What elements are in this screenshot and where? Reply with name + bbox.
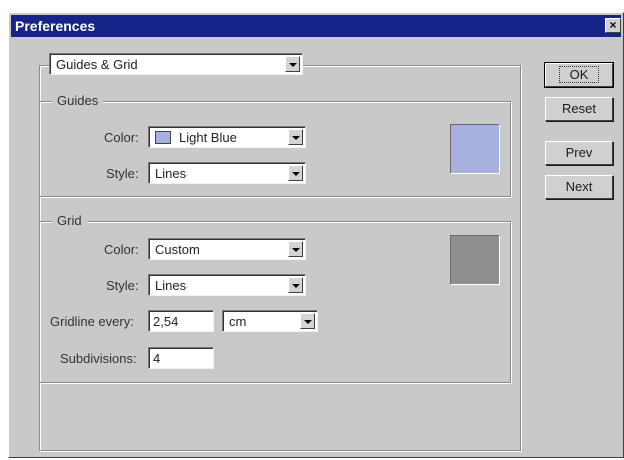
grid-style-label: Style: <box>106 278 139 293</box>
chevron-down-icon[interactable] <box>288 277 303 293</box>
color-chip <box>155 131 171 144</box>
window-title: Preferences <box>15 18 96 34</box>
guides-style-label: Style: <box>106 166 139 181</box>
grid-legend: Grid <box>52 213 87 228</box>
close-icon[interactable]: × <box>605 18 621 33</box>
ok-button[interactable]: OK <box>544 62 614 88</box>
reset-button[interactable]: Reset <box>545 97 613 121</box>
grid-color-select[interactable]: Custom <box>148 238 306 260</box>
guides-color-select[interactable]: Light Blue <box>148 126 306 148</box>
grid-color-value: Custom <box>155 242 200 257</box>
gridline-unit-value: cm <box>229 314 247 329</box>
next-button[interactable]: Next <box>545 175 613 199</box>
guides-color-value: Light Blue <box>179 130 237 145</box>
chevron-down-icon[interactable] <box>288 165 303 181</box>
chevron-down-icon[interactable] <box>288 129 303 145</box>
guides-style-select[interactable]: Lines <box>148 162 306 184</box>
section-select[interactable]: Guides & Grid <box>49 53 303 75</box>
gridline-input[interactable] <box>148 310 214 332</box>
subdivisions-input[interactable] <box>148 347 214 369</box>
guides-style-value: Lines <box>155 166 187 181</box>
chevron-down-icon[interactable] <box>300 313 315 329</box>
grid-color-label: Color: <box>104 242 139 257</box>
grid-style-select[interactable]: Lines <box>148 274 306 296</box>
subdivisions-label: Subdivisions: <box>60 351 137 366</box>
prev-button[interactable]: Prev <box>545 141 613 165</box>
ok-button-label: OK <box>558 66 600 83</box>
chevron-down-icon[interactable] <box>285 56 300 72</box>
section-select-value: Guides & Grid <box>56 57 138 72</box>
gridline-label: Gridline every: <box>50 314 134 329</box>
guides-color-swatch[interactable] <box>450 124 500 174</box>
gridline-unit-select[interactable]: cm <box>222 310 318 332</box>
guides-color-label: Color: <box>104 130 139 145</box>
chevron-down-icon[interactable] <box>288 241 303 257</box>
preferences-dialog: Preferences × Guides & Grid Guides Color… <box>8 12 624 458</box>
grid-color-swatch[interactable] <box>450 235 500 285</box>
title-bar[interactable]: Preferences × <box>11 15 621 37</box>
grid-style-value: Lines <box>155 278 187 293</box>
guides-legend: Guides <box>52 93 104 108</box>
